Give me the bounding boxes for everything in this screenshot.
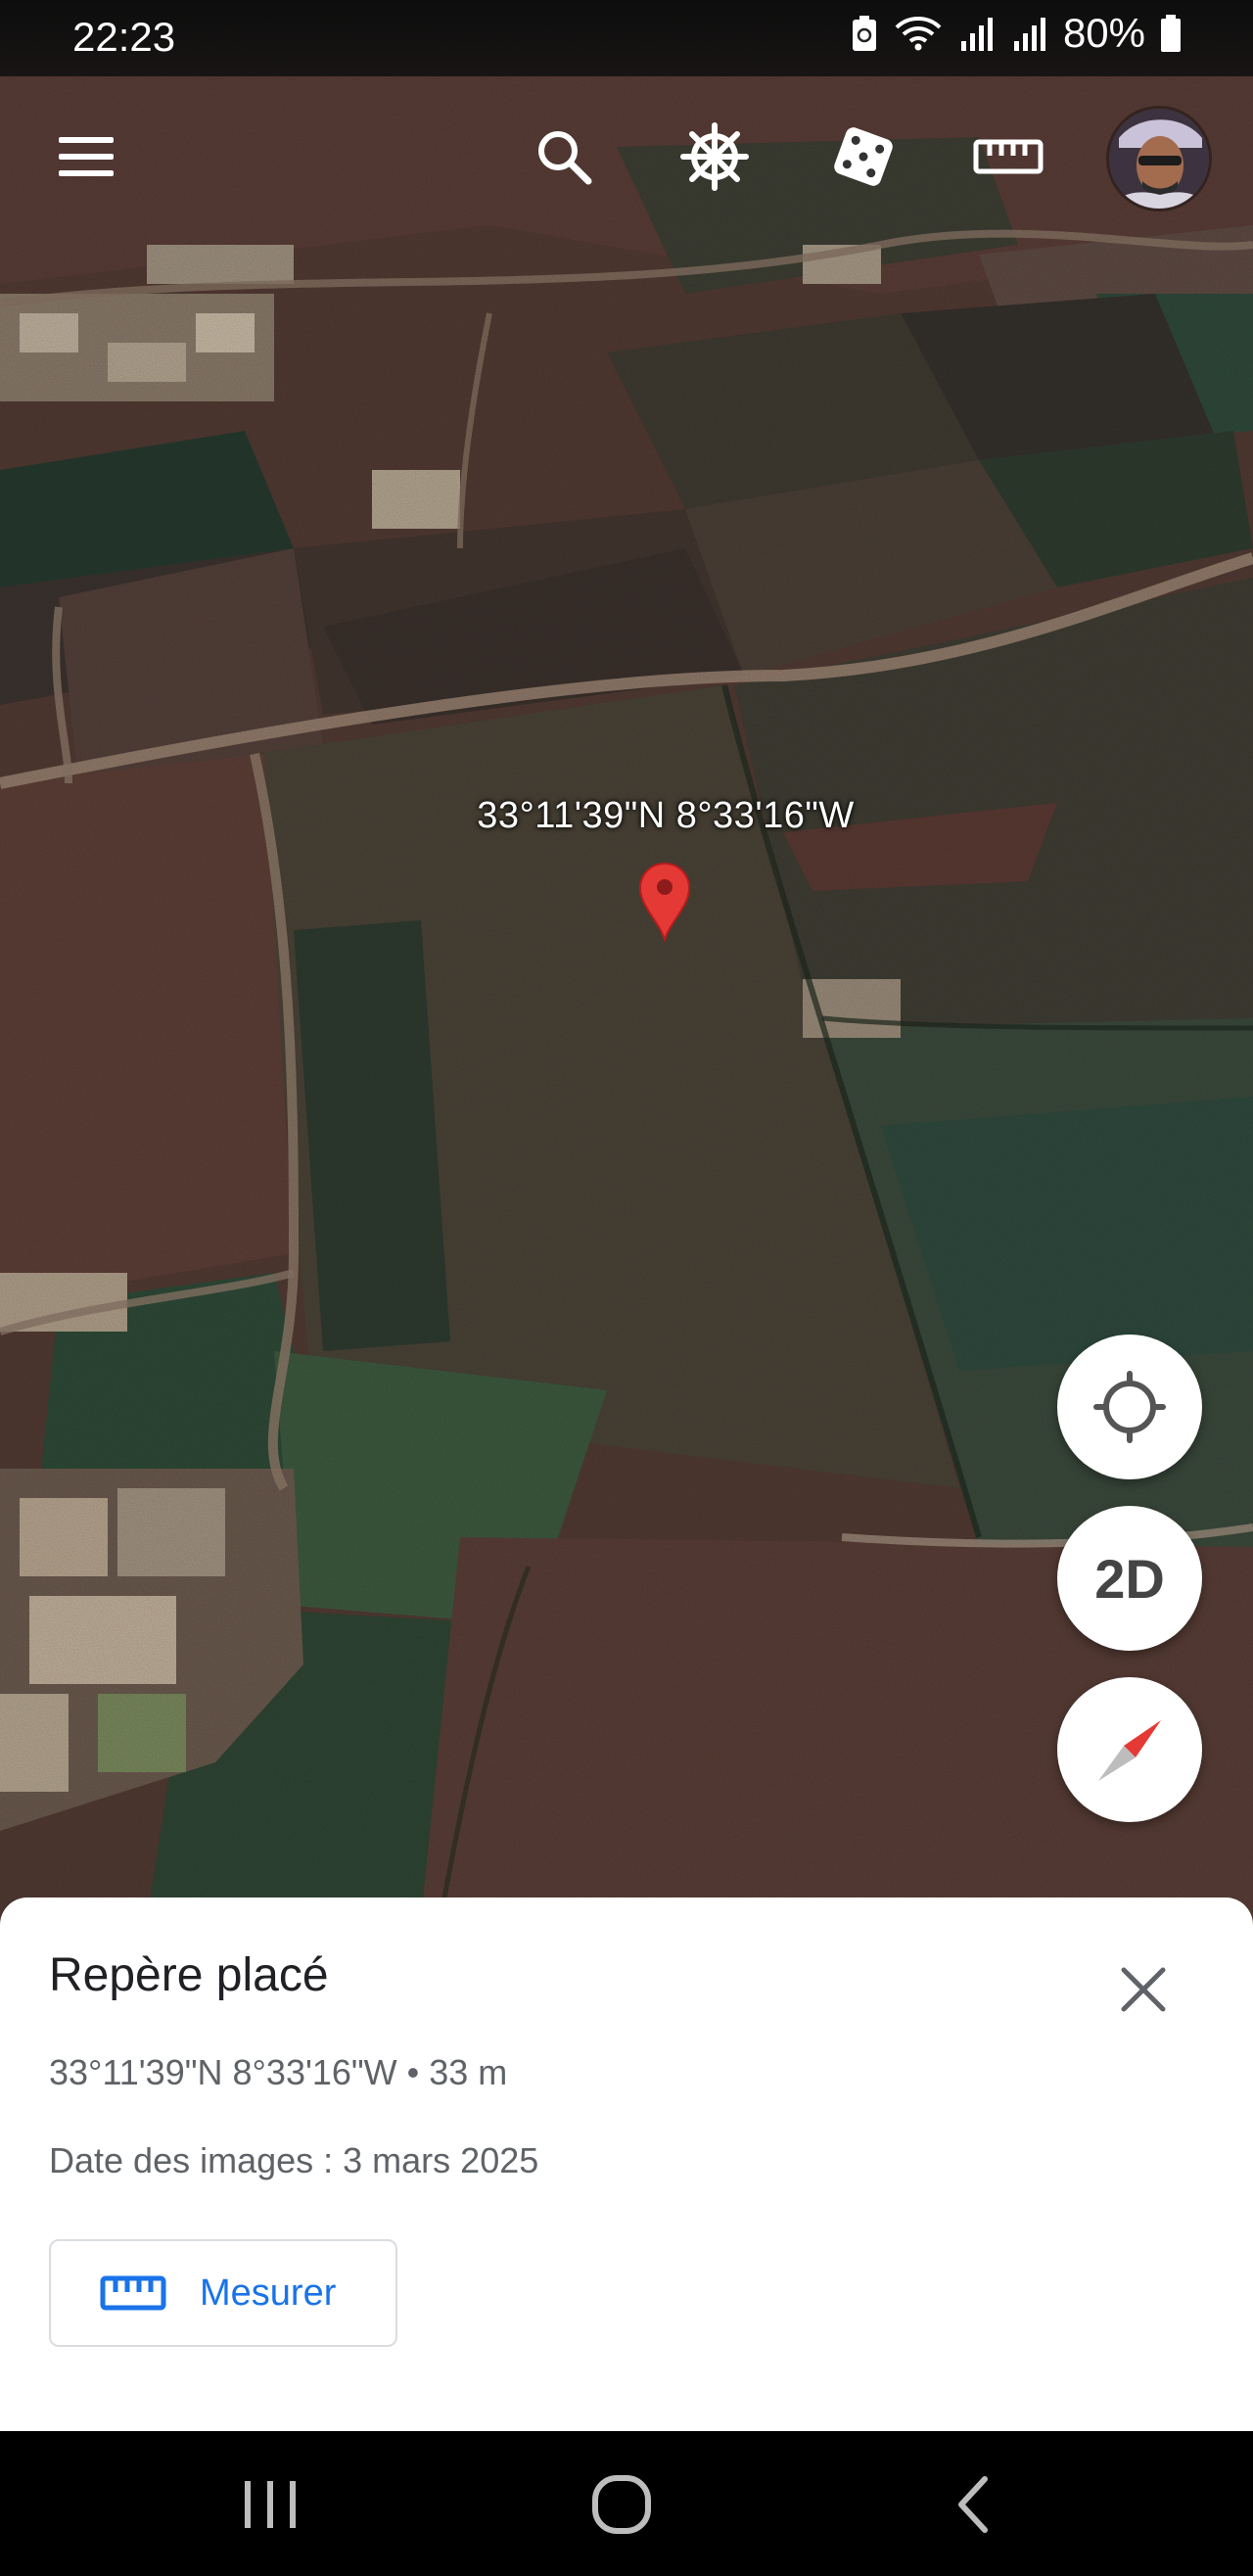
placemark-sheet: Repère placé 33°11'39"N 8°33'16"W • 33 m…	[0, 1897, 1253, 2431]
ruler-icon	[100, 2275, 166, 2311]
imagery-date: Date des images : 3 mars 2025	[49, 2140, 539, 2180]
back-button[interactable]	[924, 2460, 1022, 2549]
view-2d-toggle[interactable]: 2D	[1057, 1506, 1202, 1651]
voyager-icon	[680, 122, 749, 191]
compass-button[interactable]	[1057, 1677, 1202, 1822]
voyager-button[interactable]	[668, 110, 762, 204]
compass-icon	[1098, 1720, 1161, 1781]
status-bar: 22:23 80%	[0, 0, 1253, 76]
system-nav-bar	[0, 2431, 1253, 2576]
satellite-map[interactable]	[0, 0, 1253, 1919]
recents-button[interactable]	[221, 2460, 319, 2549]
placemark-label: 33°11'39"N 8°33'16"W	[477, 795, 855, 836]
search-icon	[538, 131, 592, 185]
status-icons: 80%	[850, 10, 1183, 57]
signal-icon	[1013, 18, 1045, 51]
status-time: 22:23	[72, 14, 176, 60]
my-location-button[interactable]	[1057, 1335, 1202, 1479]
home-button[interactable]	[573, 2460, 671, 2549]
back-icon	[958, 2476, 988, 2533]
map-imagery	[0, 0, 1253, 1919]
feeling-lucky-button[interactable]	[816, 110, 910, 204]
menu-icon	[59, 137, 114, 176]
battery-percent: 80%	[1062, 10, 1145, 56]
home-icon	[592, 2475, 651, 2534]
placemark-pin-icon[interactable]	[638, 862, 691, 944]
my-location-icon	[1093, 1371, 1166, 1443]
placemark-coordinates: 33°11'39"N 8°33'16"W • 33 m	[49, 2052, 508, 2092]
measure-button[interactable]: Mesurer	[49, 2239, 397, 2347]
measure-toolbar-button[interactable]	[961, 110, 1055, 204]
map-pin-icon	[638, 862, 691, 944]
search-button[interactable]	[517, 110, 611, 204]
battery-saver-icon	[852, 16, 876, 51]
recents-icon	[245, 2481, 296, 2528]
signal-icon	[960, 18, 993, 51]
battery-icon	[1161, 15, 1181, 52]
close-icon	[1121, 1967, 1166, 2012]
measure-button-label: Mesurer	[200, 2272, 337, 2314]
close-button[interactable]	[1106, 1952, 1181, 2027]
wifi-icon	[895, 17, 942, 51]
avatar	[1109, 109, 1209, 209]
dice-icon	[834, 127, 893, 186]
ruler-icon	[973, 139, 1044, 174]
account-avatar[interactable]	[1106, 106, 1212, 211]
sheet-title: Repère placé	[49, 1949, 329, 2001]
menu-button[interactable]	[39, 110, 133, 204]
